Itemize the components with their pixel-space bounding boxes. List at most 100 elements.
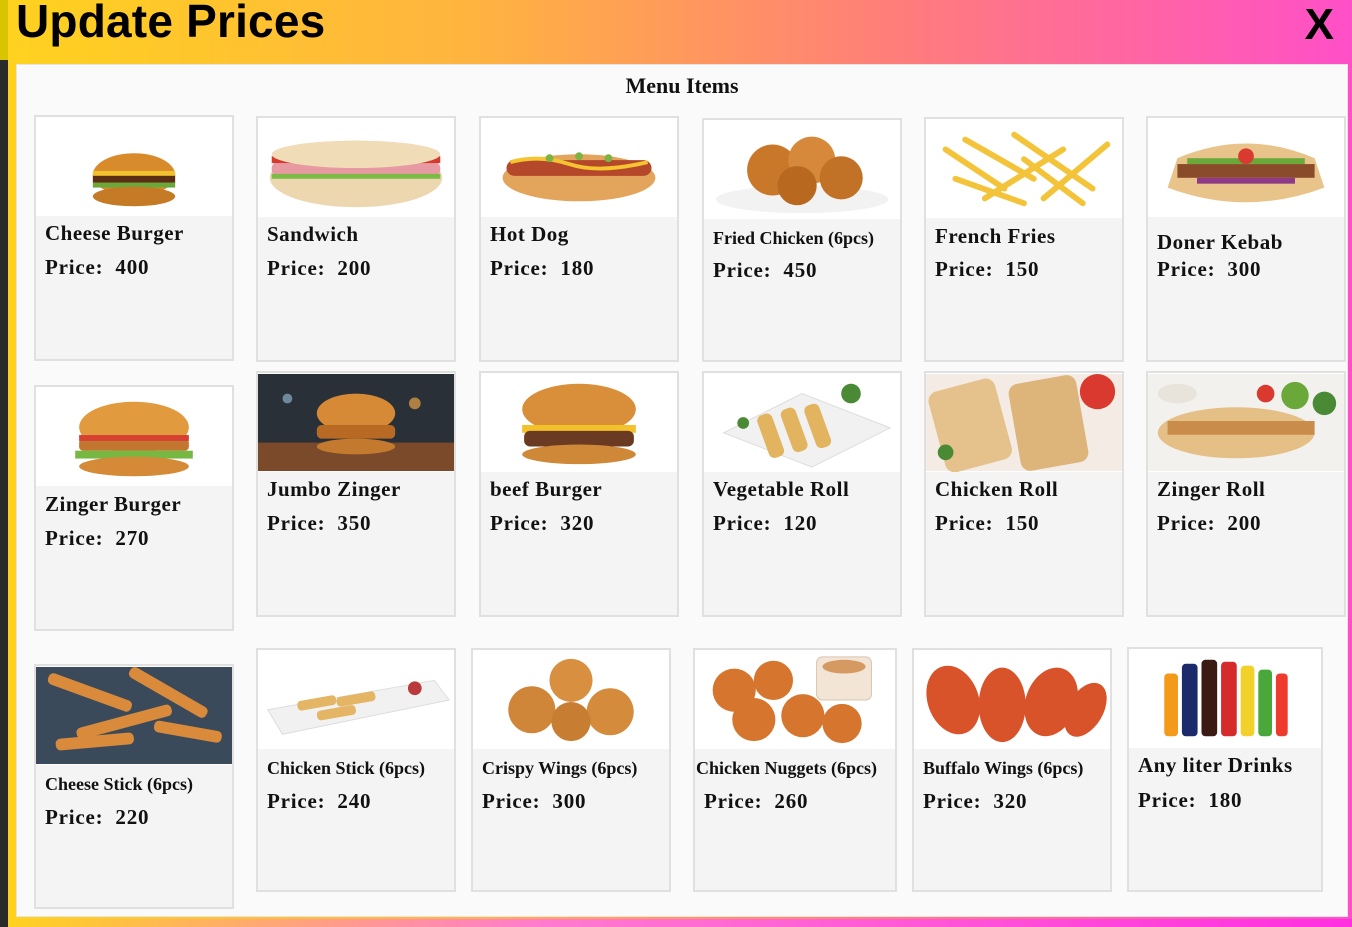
menu-item-zinger-burger[interactable]: Zinger Burger Price: 270 [34,385,234,631]
menu-item-sandwich[interactable]: Sandwich Price: 200 [256,116,456,362]
item-name: Chicken Nuggets (6pcs) [696,758,878,778]
item-name: Vegetable Roll [713,477,850,501]
item-price: Price: 220 [45,805,149,830]
price-label: Price: [267,789,326,813]
buffalo-wings-image [914,650,1110,749]
item-price: Price: 450 [713,258,817,283]
menu-item-chicken-stick[interactable]: Chicken Stick (6pcs) Price: 240 [256,648,456,892]
item-price: Price: 150 [935,257,1039,282]
item-price: Price: 300 [1157,257,1261,282]
menu-item-chicken-roll[interactable]: Chicken Roll Price: 150 [924,371,1124,617]
item-price: Price: 180 [1138,788,1242,813]
item-name: Zinger Burger [45,492,182,516]
price-label: Price: [935,511,994,535]
item-price: Price: 350 [267,511,371,536]
price-value: 180 [1208,788,1243,812]
cheese-burger-image [36,117,232,216]
doner-kebab-image [1148,118,1344,217]
menu-item-buffalo-wings[interactable]: Buffalo Wings (6pcs) Price: 320 [912,648,1112,892]
price-label: Price: [267,511,326,535]
price-value: 300 [1227,257,1262,281]
price-label: Price: [490,511,549,535]
menu-item-vegetable-roll[interactable]: Vegetable Roll Price: 120 [702,371,902,617]
zinger-roll-image [1148,373,1344,472]
item-name: beef Burger [490,477,603,501]
price-value: 320 [993,789,1028,813]
price-label: Price: [704,789,763,813]
item-name: Cheese Burger [45,221,184,245]
item-price: Price: 240 [267,789,371,814]
item-name: Crispy Wings (6pcs) [482,758,638,778]
chicken-roll-image [926,373,1122,472]
price-label: Price: [935,257,994,281]
price-value: 260 [774,789,809,813]
price-value: 350 [337,511,372,535]
menu-item-drinks[interactable]: Any liter Drinks Price: 180 [1127,647,1323,892]
hot-dog-image [481,118,677,217]
price-value: 300 [552,789,587,813]
price-label: Price: [713,258,772,282]
item-price: Price: 120 [713,511,817,536]
menu-item-cheese-burger[interactable]: Cheese Burger Price: 400 [34,115,234,361]
price-label: Price: [1157,257,1216,281]
price-label: Price: [45,255,104,279]
item-price: Price: 200 [1157,511,1261,536]
price-value: 240 [337,789,372,813]
menu-item-fried-chicken[interactable]: Fried Chicken (6pcs) Price: 450 [702,118,902,362]
price-label: Price: [713,511,772,535]
french-fries-image [926,119,1122,218]
item-price: Price: 150 [935,511,1039,536]
item-price: Price: 180 [490,256,594,281]
price-label: Price: [1138,788,1197,812]
price-value: 270 [115,526,150,550]
price-value: 400 [115,255,150,279]
update-prices-window: Update Prices X Menu Items Cheese Burger… [8,0,1352,927]
item-name: Zinger Roll [1157,477,1266,501]
window-title: Update Prices [16,0,326,47]
price-value: 200 [337,256,372,280]
jumbo-zinger-image [258,373,454,472]
menu-items-panel: Menu Items Cheese Burger Price: 400 Sandw… [16,64,1348,917]
background-app-accent [0,0,8,60]
vegetable-roll-image [704,373,900,472]
item-name: Sandwich [267,222,359,246]
crispy-wings-image [473,650,669,749]
item-name: Fried Chicken (6pcs) [713,228,874,248]
item-price: Price: 260 [704,789,808,814]
price-value: 150 [1005,511,1040,535]
menu-item-cheese-stick[interactable]: Cheese Stick (6pcs) Price: 220 [34,664,234,909]
item-price: Price: 270 [45,526,149,551]
item-price: Price: 200 [267,256,371,281]
price-value: 120 [783,511,818,535]
menu-item-zinger-roll[interactable]: Zinger Roll Price: 200 [1146,371,1346,617]
menu-item-chicken-nuggets[interactable]: Chicken Nuggets (6pcs) Price: 260 [693,648,897,892]
item-price: Price: 320 [490,511,594,536]
price-value: 180 [560,256,595,280]
close-button[interactable]: X [1305,0,1334,50]
price-value: 450 [783,258,818,282]
price-label: Price: [923,789,982,813]
price-value: 220 [115,805,150,829]
menu-item-french-fries[interactable]: French Fries Price: 150 [924,117,1124,362]
menu-item-hot-dog[interactable]: Hot Dog Price: 180 [479,116,679,362]
price-value: 150 [1005,257,1040,281]
item-name: Doner Kebab [1157,230,1283,254]
chicken-stick-image [258,650,454,749]
price-label: Price: [482,789,541,813]
price-label: Price: [45,526,104,550]
price-label: Price: [1157,511,1216,535]
price-label: Price: [45,805,104,829]
item-price: Price: 320 [923,789,1027,814]
price-label: Price: [267,256,326,280]
price-value: 200 [1227,511,1262,535]
menu-item-jumbo-zinger[interactable]: Jumbo Zinger Price: 350 [256,371,456,617]
panel-title: Menu Items [625,73,739,98]
item-name: Hot Dog [490,222,569,246]
zinger-burger-image [36,387,232,486]
menu-item-crispy-wings[interactable]: Crispy Wings (6pcs) Price: 300 [471,648,671,892]
menu-item-beef-burger[interactable]: beef Burger Price: 320 [479,371,679,617]
item-price: Price: 400 [45,255,149,280]
item-name: French Fries [935,224,1056,248]
menu-item-doner-kebab[interactable]: Doner Kebab Price: 300 [1146,116,1346,362]
drinks-image [1129,649,1321,748]
